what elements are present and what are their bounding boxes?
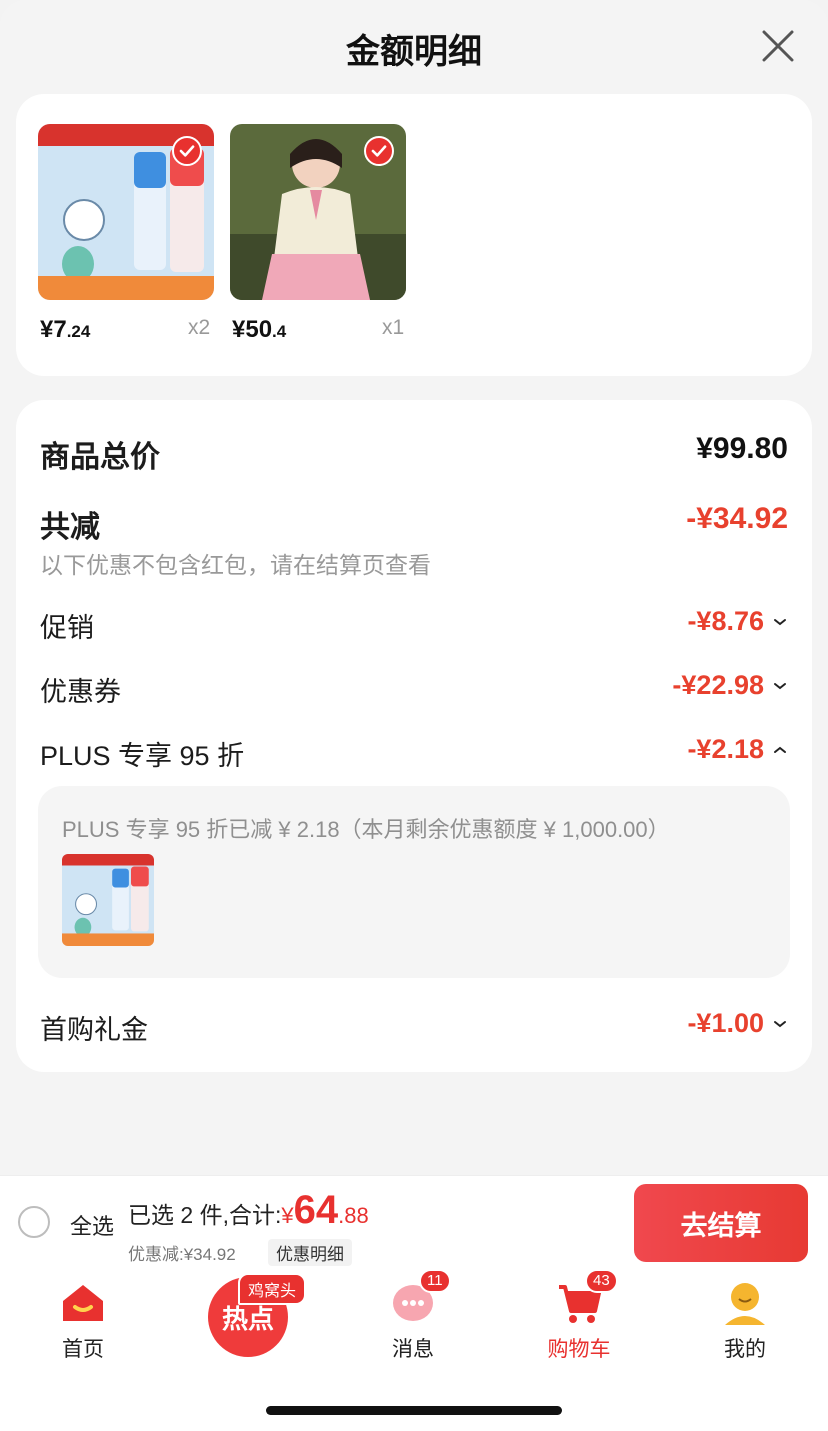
price-integer: ¥50 [232,316,273,343]
plus-detail-text: PLUS 专享 95 折已减 ¥ 2.18（本月剩余优惠额度 ¥ 1,000.0… [62,817,670,842]
promo-value-group: -¥8.76 [687,606,788,637]
hot-badge: 鸡窝头 [238,1273,307,1305]
product-price: ¥50.4 [232,316,286,344]
tab-home-label: 首页 [62,1338,104,1361]
check-icon[interactable] [172,136,202,166]
sheet-title: 金额明细 [346,33,482,71]
total-value: ¥99.80 [696,432,788,465]
summary-currency: ¥ [281,1203,294,1228]
select-all-radio[interactable] [18,1206,50,1238]
checkout-summary: 已选 2 件,合计:¥64.88 [128,1188,369,1233]
amount-detail-sheet: 金额明细 ¥7.24 x2 ¥50.4 x1 商品总价 ¥99.80 共减 -¥… [0,0,828,1175]
coupon-label: 优惠券 [40,677,121,707]
discount-detail-button[interactable]: 优惠明细 [268,1239,352,1266]
tab-messages-label: 消息 [392,1338,434,1361]
product-quantity: x2 [188,316,211,339]
select-all-label[interactable]: 全选 [70,1209,114,1241]
home-icon [63,1285,103,1321]
plus-label: PLUS 专享 95 折 [40,741,245,771]
home-indicator [266,1406,562,1415]
tab-home[interactable]: 首页 [28,1279,138,1363]
reduce-value: -¥34.92 [686,502,788,535]
reduce-label: 共减 [40,511,100,544]
close-icon[interactable] [758,26,798,66]
summary-amount-dec: .88 [338,1203,369,1228]
product-image-toothpaste[interactable] [38,124,214,300]
plus-product-thumbnail [62,854,154,946]
checkout-button[interactable]: 去结算 [634,1184,808,1262]
products-card: ¥7.24 x2 ¥50.4 x1 [16,94,812,376]
messages-badge: 11 [419,1269,451,1293]
plus-value-group: -¥2.18 [687,734,788,765]
summary-amount-int: 64 [293,1188,339,1232]
tab-cart-label: 购物车 [547,1338,611,1361]
plus-value: -¥2.18 [687,734,764,764]
first-purchase-value-group: -¥1.00 [687,1008,788,1039]
plus-row[interactable]: PLUS 专享 95 折 -¥2.18 [40,734,788,778]
total-row: 商品总价 ¥99.80 [40,432,788,476]
toothpaste-picture [62,854,154,946]
tab-cart[interactable]: 43 购物车 [524,1269,634,1363]
profile-icon [725,1283,765,1325]
tab-messages[interactable]: 11 消息 [358,1269,468,1363]
coupon-row[interactable]: 优惠券 -¥22.98 [40,670,788,714]
first-purchase-row[interactable]: 首购礼金 -¥1.00 [40,1008,788,1052]
chevron-up-icon [774,746,786,753]
cart-badge: 43 [585,1269,618,1293]
chevron-down-icon [774,618,786,625]
chevron-down-icon [774,682,786,689]
price-detail-card: 商品总价 ¥99.80 共减 -¥34.92 以下优惠不包含红包，请在结算页查看… [16,400,812,1072]
promo-label: 促销 [40,613,94,643]
discount-note: 以下优惠不包含红包，请在结算页查看 [40,552,431,578]
check-icon[interactable] [364,136,394,166]
checkout-bar: 全选 已选 2 件,合计:¥64.88 优惠减:¥34.92 优惠明细 去结算 [0,1175,828,1267]
summary-text: 已选 2 件,合计: [128,1202,282,1228]
promo-row[interactable]: 促销 -¥8.76 [40,606,788,650]
discount-summary: 优惠减:¥34.92 [128,1245,236,1264]
product-price: ¥7.24 [40,316,90,344]
tab-me[interactable]: 我的 [690,1279,800,1363]
promo-value: -¥8.76 [687,606,764,636]
chevron-down-icon [774,1020,786,1027]
reduce-row: 共减 -¥34.92 [40,502,788,546]
product-image-hanfu[interactable] [230,124,406,300]
coupon-value-group: -¥22.98 [672,670,788,701]
total-label: 商品总价 [40,441,160,474]
product-quantity: x1 [382,316,405,339]
price-integer: ¥7 [40,316,67,343]
first-purchase-label: 首购礼金 [40,1015,148,1045]
tab-me-label: 我的 [724,1338,766,1361]
coupon-value: -¥22.98 [672,670,764,700]
price-decimal: .24 [66,322,91,341]
plus-detail-box: PLUS 专享 95 折已减 ¥ 2.18（本月剩余优惠额度 ¥ 1,000.0… [38,786,790,978]
first-purchase-value: -¥1.00 [687,1008,764,1038]
price-decimal: .4 [272,322,287,341]
